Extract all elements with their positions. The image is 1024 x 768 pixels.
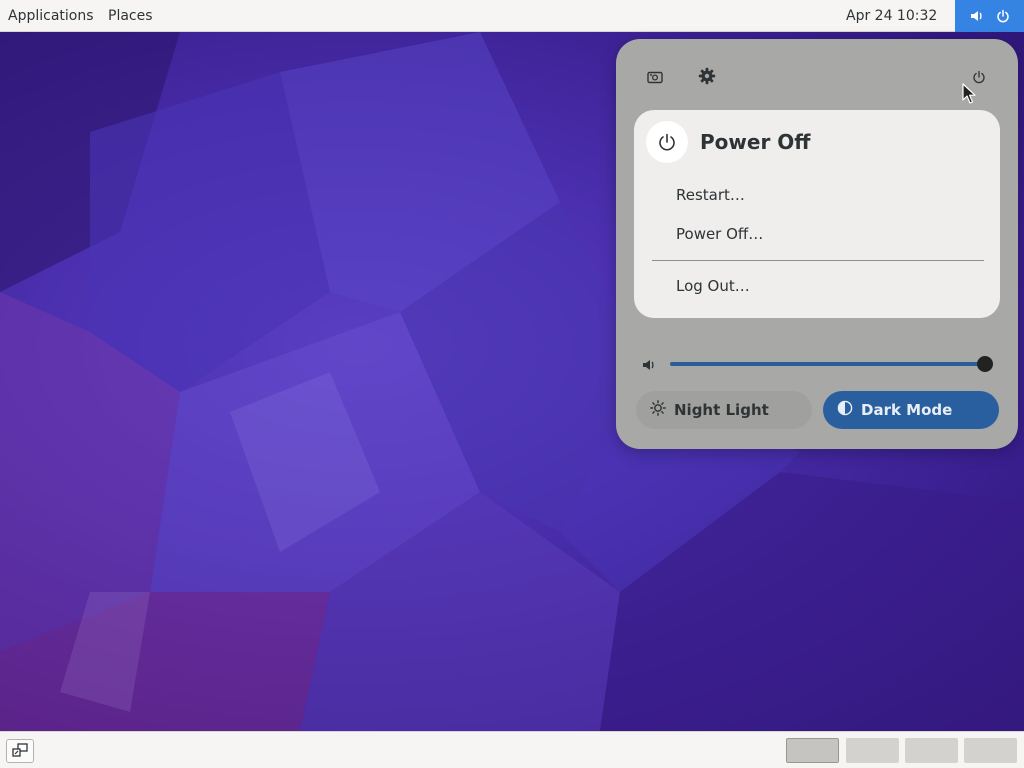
dark-mode-icon [837,400,853,420]
bottom-bar [0,731,1024,768]
volume-icon [970,9,984,23]
sun-icon [650,400,666,420]
mouse-cursor-icon [962,83,976,109]
workspace-1[interactable] [786,738,839,763]
power-submenu: Power Off Restart… Power Off… Log Out… [634,110,1000,318]
screenshot-button[interactable] [637,60,673,96]
night-light-toggle[interactable]: Night Light [636,391,812,429]
gear-icon [698,67,716,89]
volume-slider-handle[interactable] [977,356,993,372]
top-bar: Applications Places Apr 24 10:32 [0,0,1024,32]
volume-slider[interactable] [670,362,986,366]
applications-menu[interactable]: Applications [0,0,102,32]
power-icon [996,9,1010,23]
workspace-2[interactable] [846,738,899,763]
dark-mode-label: Dark Mode [861,401,953,419]
clock[interactable]: Apr 24 10:32 [838,0,945,32]
workspace-3[interactable] [905,738,958,763]
screenshot-icon [647,69,663,88]
restart-item[interactable]: Restart… [676,186,745,204]
power-icon [646,121,688,163]
separator [652,260,984,261]
show-desktop-icon [12,742,28,761]
places-menu[interactable]: Places [100,0,161,32]
quick-settings-menu: Power Off Restart… Power Off… Log Out… N… [616,39,1018,449]
power-submenu-title: Power Off [700,130,811,154]
night-light-label: Night Light [674,401,769,419]
power-off-item[interactable]: Power Off… [676,225,763,243]
system-menu-button[interactable] [955,0,1024,32]
show-desktop-button[interactable] [6,739,34,763]
workspace-4[interactable] [964,738,1017,763]
log-out-item[interactable]: Log Out… [676,277,750,295]
dark-mode-toggle[interactable]: Dark Mode [823,391,999,429]
volume-icon[interactable] [642,357,656,376]
settings-button[interactable] [689,60,725,96]
